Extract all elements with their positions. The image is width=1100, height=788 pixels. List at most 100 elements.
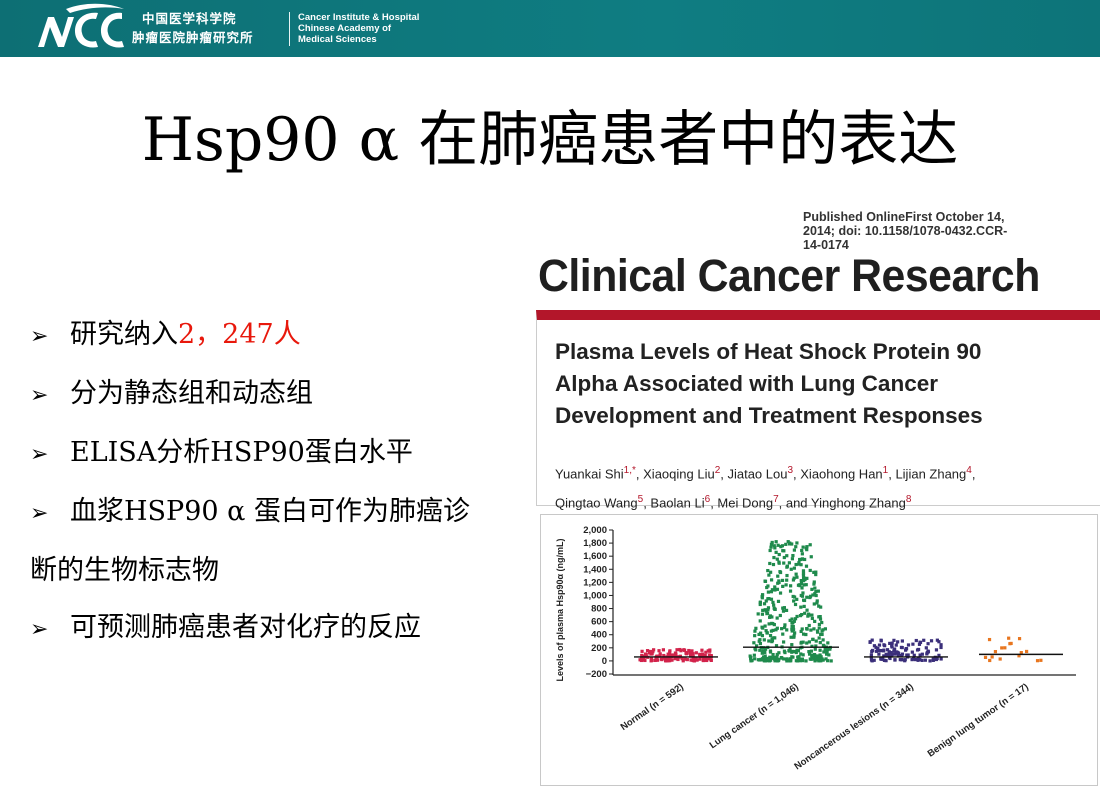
data-point xyxy=(760,634,764,638)
published-line: 2014; doi: 10.1158/1078-0432.CCR- xyxy=(803,224,1008,238)
data-point xyxy=(776,574,780,578)
data-point xyxy=(1007,636,1011,640)
arrow-bullet-icon: ➢ xyxy=(30,383,49,408)
data-point xyxy=(752,653,756,657)
data-point xyxy=(766,584,770,588)
data-point xyxy=(762,656,767,660)
bullet-text: 分为静态组和动态组 xyxy=(70,378,313,409)
data-point xyxy=(772,656,776,661)
data-point xyxy=(775,616,779,620)
data-point xyxy=(899,645,904,650)
data-point xyxy=(780,578,785,583)
data-point xyxy=(767,639,771,643)
bullet-text: 研究纳入 xyxy=(70,319,178,350)
data-point xyxy=(934,657,939,662)
data-point xyxy=(879,638,883,642)
scatter-chart: 2,000 1,800 1,600 1,400 1,200 1,000 800 600 400 2… xyxy=(540,514,1098,786)
data-point xyxy=(884,659,888,663)
institute-cn-line-2: 肿瘤医院肿瘤研究所 xyxy=(132,30,254,45)
data-point xyxy=(789,635,793,639)
data-point xyxy=(758,619,762,623)
data-point xyxy=(771,600,775,604)
y-tick-label: 1,200 xyxy=(583,577,607,588)
data-point xyxy=(805,608,809,612)
data-point xyxy=(791,553,795,558)
author-name: , Xiaohong Han xyxy=(793,466,883,482)
data-point xyxy=(794,562,798,567)
y-tick-label: 1,000 xyxy=(583,590,607,601)
data-point xyxy=(775,652,779,657)
slide-title: Hsp90 α 在肺癌患者中的表达 xyxy=(141,105,959,175)
data-point xyxy=(778,613,782,618)
author-list: Yuankai Shi1,*, Xiaoqing Liu2, Jiatao Lo… xyxy=(555,458,1095,517)
data-point xyxy=(809,649,814,653)
data-point xyxy=(768,561,772,566)
data-point xyxy=(782,640,786,644)
data-point xyxy=(817,659,821,663)
y-axis-label: Levels of plasma Hsp90α (ng/mL) xyxy=(555,538,565,681)
data-point xyxy=(809,555,813,559)
data-point xyxy=(923,658,927,662)
data-point xyxy=(785,573,789,578)
author-name: , Baolan Li xyxy=(643,495,705,511)
data-point xyxy=(640,649,644,653)
data-point xyxy=(807,612,811,616)
data-point xyxy=(780,627,784,631)
x-category-label: Normal (n = 592) xyxy=(619,681,686,733)
data-point xyxy=(934,648,939,652)
data-point xyxy=(757,639,761,643)
author-name: , and Yinghong Zhang xyxy=(778,495,906,511)
data-point xyxy=(920,652,924,656)
data-point xyxy=(893,658,897,662)
data-point xyxy=(769,545,773,549)
data-point xyxy=(645,649,650,653)
data-point xyxy=(709,658,713,662)
data-point xyxy=(774,628,778,632)
bullet-item: ➢ 可预测肺癌患者对化疗的反应 xyxy=(30,599,530,658)
header-divider xyxy=(289,12,290,46)
scatter-chart-svg: 2,000 1,800 1,600 1,400 1,200 1,000 800 600 400 2… xyxy=(555,525,1076,772)
data-point xyxy=(929,639,934,643)
data-point xyxy=(782,561,786,565)
y-tick-label: 800 xyxy=(591,604,607,615)
data-point xyxy=(765,611,769,616)
data-point xyxy=(793,631,797,635)
data-point xyxy=(683,657,687,661)
data-point xyxy=(918,657,922,662)
data-point xyxy=(684,651,688,655)
arrow-bullet-icon: ➢ xyxy=(30,442,49,467)
author-name: , Mei Dong xyxy=(710,495,774,511)
data-point xyxy=(813,586,817,590)
data-point xyxy=(805,641,809,645)
data-point xyxy=(790,650,794,654)
data-point xyxy=(918,640,923,645)
data-point xyxy=(790,643,794,647)
y-tick-label: −200 xyxy=(586,669,607,680)
data-point xyxy=(752,641,756,645)
data-point xyxy=(817,636,821,640)
data-point xyxy=(813,619,817,624)
y-tick-label: 0 xyxy=(602,656,607,667)
x-category-label: Noncancerous lesions (n = 344) xyxy=(792,681,915,772)
data-point xyxy=(893,647,897,651)
bullet-list: ➢ 研究纳入2，247人 ➢ 分为静态组和动态组 ➢ ELISA分析HSP90蛋白水平… xyxy=(30,306,530,658)
data-point xyxy=(820,629,824,633)
journal-name: Clinical Cancer Research xyxy=(538,250,1040,301)
data-point xyxy=(763,659,767,663)
paper-title: Plasma Levels of Heat Shock Protein 90 A… xyxy=(555,336,1095,432)
y-tick-label: 400 xyxy=(591,630,607,641)
y-tick-label: 1,800 xyxy=(583,538,607,549)
institute-name-en: Cancer Institute & Hospital Chinese Acad… xyxy=(298,12,419,45)
data-point xyxy=(826,659,830,663)
arrow-bullet-icon: ➢ xyxy=(30,501,49,526)
data-point xyxy=(782,549,786,553)
data-point xyxy=(787,561,791,565)
data-point xyxy=(668,650,672,654)
data-point xyxy=(800,557,805,561)
data-point xyxy=(812,627,816,631)
data-point xyxy=(877,652,881,656)
header-bar: 中国医学科学院 肿瘤医院肿瘤研究所 Cancer Institute & Hos… xyxy=(0,0,1100,57)
data-point xyxy=(1009,641,1013,646)
data-point xyxy=(768,548,772,553)
data-point xyxy=(651,650,655,654)
